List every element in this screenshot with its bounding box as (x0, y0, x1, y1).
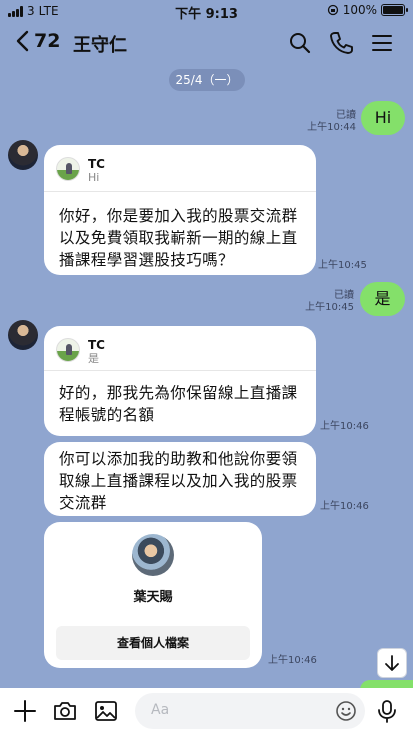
date-separator: 25/4（一） (169, 69, 245, 91)
reply-preview[interactable]: TC Hi (56, 157, 105, 184)
contact-name: 葉天賜 (133, 590, 173, 605)
reply-sender: TC (88, 338, 105, 352)
received-message-bubble[interactable]: TC 是 好的，那我先為你保留線上直播課 程帳號的名額 (44, 326, 316, 436)
arrow-down-icon (385, 655, 399, 671)
message-line: 好的，那我先為你保留線上直播課 (59, 384, 298, 402)
message-line: 你可以添加我的助教和他說你要領 (59, 450, 298, 468)
microphone-icon[interactable] (374, 698, 400, 724)
message-line: 取線上直播課程以及加入我的股票 (59, 472, 298, 490)
reply-text: Hi (88, 171, 100, 184)
read-receipt: 已讀 (334, 290, 354, 301)
message-text: 好的，那我先為你保留線上直播課 程帳號的名額 (59, 382, 298, 426)
message-time: 上午10:45 (318, 260, 367, 271)
message-meta: 已讀 上午10:45 (298, 290, 354, 314)
message-meta: 已讀 上午10:44 (300, 110, 356, 134)
input-bar: Aa (0, 688, 413, 735)
back-button[interactable]: 72 (14, 29, 60, 53)
scroll-to-bottom-button[interactable] (377, 648, 407, 678)
read-receipt: 已讀 (336, 110, 356, 121)
camera-icon[interactable] (52, 698, 78, 724)
chat-title: 王守仁 (73, 35, 127, 56)
input-placeholder: Aa (151, 702, 170, 718)
message-input[interactable]: Aa (135, 693, 365, 729)
sent-message-bubble[interactable]: Hi (361, 101, 405, 135)
reply-text: 是 (88, 352, 99, 365)
battery-icon (381, 4, 408, 16)
battery-percent: 100% (342, 3, 377, 17)
received-message-bubble[interactable]: TC Hi 你好，你是要加入我的股票交流群 以及免費領取我嶄新一期的線上直 播課… (44, 145, 316, 275)
message-time: 上午10:44 (307, 122, 356, 133)
received-message-bubble[interactable]: 你可以添加我的助教和他說你要領 取線上直播課程以及加入我的股票 交流群 (44, 442, 316, 516)
contact-avatar (132, 534, 174, 576)
reply-avatar (56, 338, 80, 362)
message-text: 你可以添加我的助教和他說你要領 取線上直播課程以及加入我的股票 交流群 (59, 448, 298, 514)
contact-card[interactable]: 葉天賜 查看個人檔案 (44, 522, 262, 668)
reply-sender: TC (88, 157, 105, 171)
image-icon[interactable] (93, 698, 119, 724)
avatar[interactable] (8, 140, 38, 170)
reply-divider (44, 191, 316, 192)
message-line: 程帳號的名額 (59, 406, 155, 424)
plus-icon[interactable] (12, 698, 38, 724)
chevron-left-icon (16, 30, 29, 52)
sent-message-bubble[interactable]: 是 (360, 282, 405, 316)
message-line: 你好，你是要加入我的股票交流群 (59, 207, 298, 225)
chat-header: 72 王守仁 (0, 26, 413, 60)
message-time: 上午10:46 (268, 655, 317, 666)
message-time: 上午10:46 (320, 421, 369, 432)
status-right: 100% (327, 3, 408, 17)
view-profile-button[interactable]: 查看個人檔案 (56, 626, 250, 660)
emoji-icon[interactable] (335, 700, 357, 722)
reply-preview[interactable]: TC 是 (56, 338, 105, 365)
rotation-lock-icon (327, 4, 338, 16)
menu-icon[interactable] (369, 30, 395, 56)
unread-count: 72 (34, 30, 61, 52)
reply-avatar (56, 157, 80, 181)
message-line: 以及免費領取我嶄新一期的線上直 (59, 229, 298, 247)
avatar[interactable] (8, 320, 38, 350)
phone-icon[interactable] (328, 30, 354, 56)
message-time: 上午10:46 (320, 501, 369, 512)
message-line: 交流群 (59, 494, 107, 512)
search-icon[interactable] (287, 30, 313, 56)
reply-divider (44, 370, 316, 371)
message-time: 上午10:45 (305, 302, 354, 313)
message-text: 你好，你是要加入我的股票交流群 以及免費領取我嶄新一期的線上直 播課程學習選股技… (59, 205, 298, 271)
message-line: 播課程學習選股技巧嗎？ (59, 251, 234, 269)
status-bar: 3 LTE 下午 9:13 100% (0, 0, 413, 22)
